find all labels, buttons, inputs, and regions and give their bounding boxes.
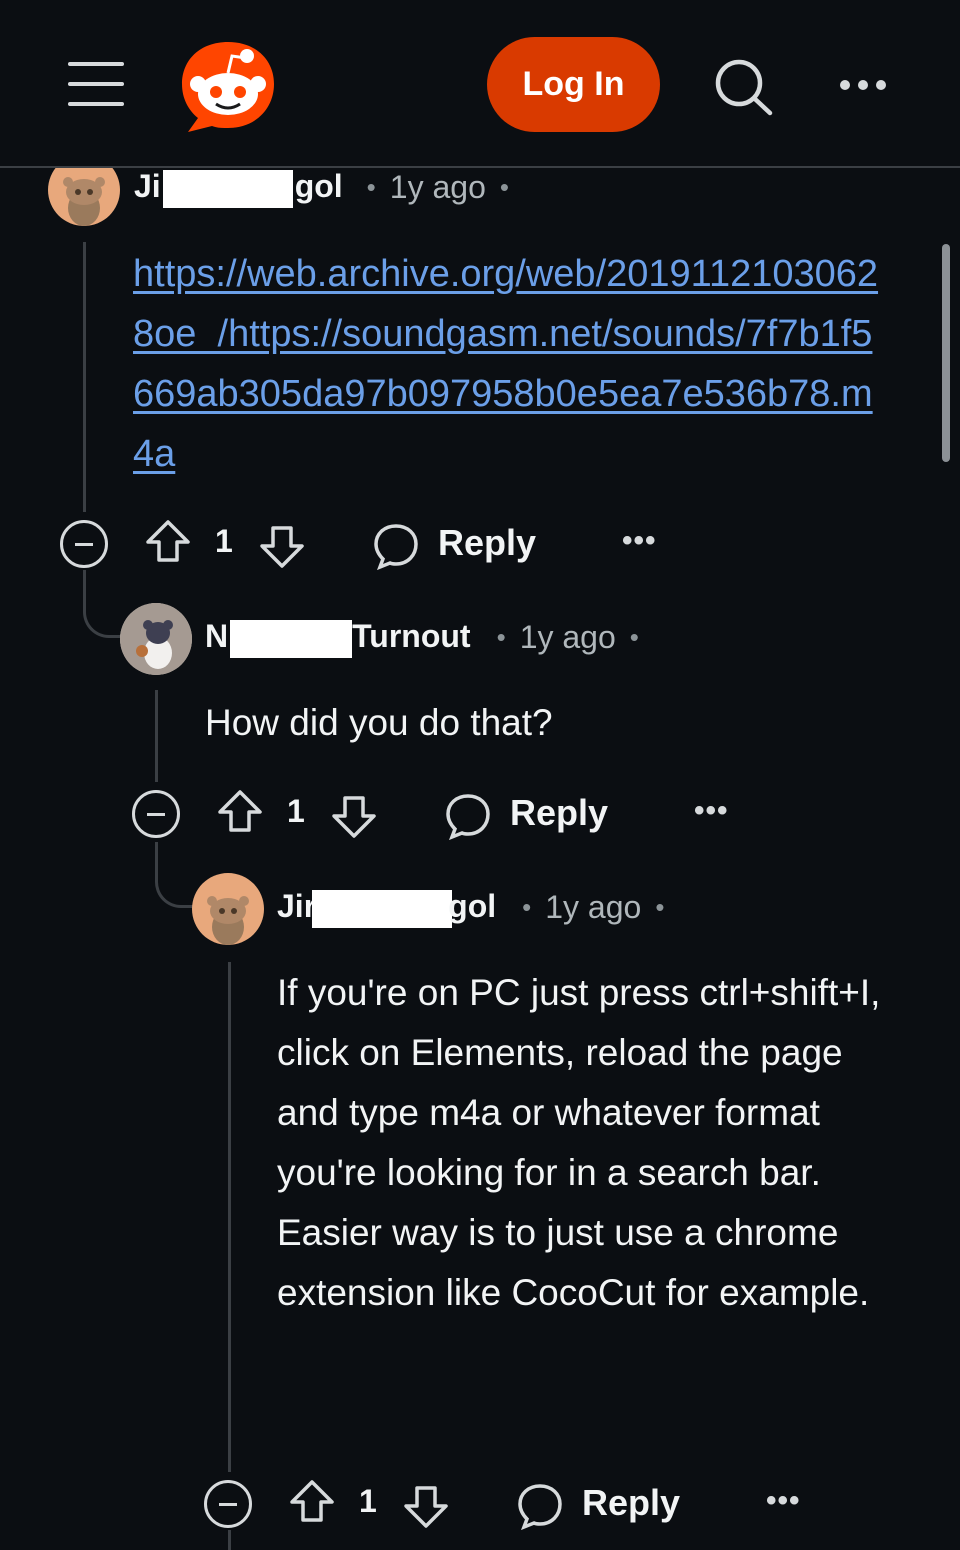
separator: • — [655, 892, 665, 923]
reply-button[interactable]: Reply — [510, 792, 608, 834]
thread-line — [228, 962, 231, 1472]
thread-connector — [155, 872, 195, 908]
collapse-button[interactable] — [132, 790, 180, 838]
separator: • — [522, 892, 532, 923]
comment-meta: Ji gol • 1y ago • — [134, 168, 523, 208]
comment-action-bar: 1 Reply ••• — [0, 784, 960, 844]
reddit-logo[interactable] — [176, 36, 280, 136]
thread-connector — [83, 600, 123, 638]
separator: • — [499, 172, 509, 203]
login-button[interactable]: Log In — [487, 37, 660, 132]
vote-count: 1 — [215, 523, 233, 559]
upvote-icon[interactable] — [144, 518, 192, 566]
avatar[interactable] — [192, 873, 264, 945]
downvote-icon[interactable] — [330, 792, 378, 840]
thread-line — [83, 242, 86, 512]
author-name[interactable]: Jir gol — [277, 888, 496, 928]
reply-icon[interactable] — [444, 792, 492, 840]
timestamp[interactable]: 1y ago — [520, 619, 616, 656]
upvote-icon[interactable] — [216, 788, 264, 836]
redaction-box — [230, 619, 353, 658]
comment-body: https://web.archive.org/web/201911210306… — [133, 244, 893, 484]
redaction-box — [312, 889, 453, 928]
redaction-box — [162, 169, 293, 208]
search-icon[interactable] — [712, 57, 774, 117]
upvote-icon[interactable] — [288, 1478, 336, 1526]
separator: • — [629, 622, 639, 653]
reply-button[interactable]: Reply — [438, 522, 536, 564]
comment-action-bar: 1 Reply ••• — [0, 514, 960, 574]
vote-count: 1 — [287, 793, 305, 829]
collapse-button[interactable] — [60, 520, 108, 568]
vote-count: 1 — [359, 1483, 377, 1519]
top-nav-bar: Log In — [0, 0, 960, 168]
comment-action-bar: 1 Reply ••• — [0, 1474, 960, 1534]
menu-icon[interactable] — [68, 58, 124, 110]
separator: • — [496, 622, 506, 653]
comment-more-options[interactable]: ••• — [694, 794, 729, 828]
comment-more-options[interactable]: ••• — [622, 524, 657, 558]
comment-body: How did you do that? — [205, 702, 553, 743]
reply-button[interactable]: Reply — [582, 1482, 680, 1524]
author-name[interactable]: N Turnout — [205, 618, 471, 658]
comment-meta: N Turnout • 1y ago • — [205, 618, 653, 658]
comment-link[interactable]: https://web.archive.org/web/201911210306… — [133, 253, 878, 475]
comment-meta: Jir gol • 1y ago • — [277, 888, 678, 928]
author-name[interactable]: Ji gol — [134, 168, 343, 208]
collapse-button[interactable] — [204, 1480, 252, 1528]
comment-body: If you're on PC just press ctrl+shift+I,… — [277, 972, 881, 1313]
avatar[interactable] — [120, 603, 192, 675]
more-options-icon[interactable] — [838, 78, 888, 92]
thread-line — [155, 690, 158, 782]
timestamp[interactable]: 1y ago — [390, 169, 486, 206]
timestamp[interactable]: 1y ago — [545, 889, 641, 926]
reply-icon[interactable] — [372, 522, 420, 570]
reply-icon[interactable] — [516, 1482, 564, 1530]
downvote-icon[interactable] — [402, 1482, 450, 1530]
separator: • — [366, 172, 376, 203]
scrollbar[interactable] — [942, 244, 950, 462]
downvote-icon[interactable] — [258, 522, 306, 570]
comment-more-options[interactable]: ••• — [766, 1484, 801, 1518]
